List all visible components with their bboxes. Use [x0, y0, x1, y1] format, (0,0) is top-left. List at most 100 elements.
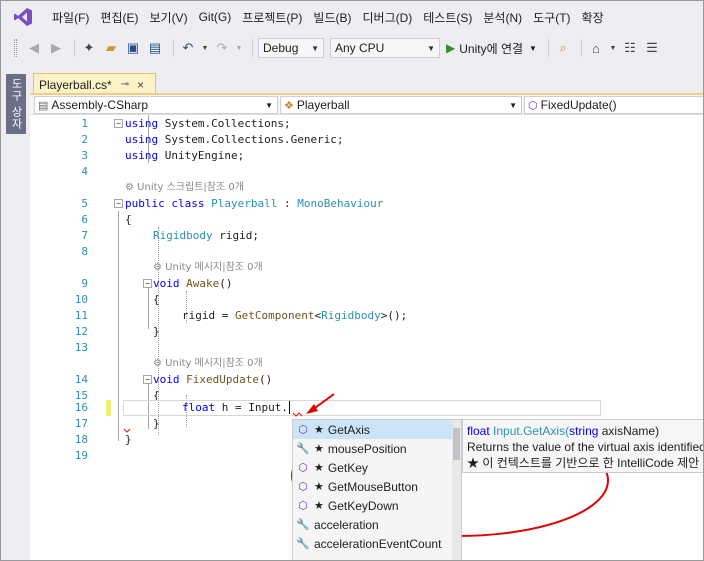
code-line: 4 — [30, 164, 704, 180]
keyword: class — [164, 197, 212, 210]
brace: } — [153, 325, 160, 338]
punctuation: >(); — [380, 309, 408, 322]
collapse-icon[interactable]: − — [143, 375, 152, 384]
pin-icon[interactable]: ⊸ — [121, 79, 129, 90]
codelens-text[interactable]: Unity 메시지|참조 0개 — [165, 358, 263, 369]
keyword: public — [125, 197, 165, 210]
property-icon: 🔧 — [296, 519, 310, 531]
intellisense-completion-list[interactable]: ⬡ ★ GetAxis 🔧 ★ mousePosition ⬡ ★ GetKey… — [292, 419, 462, 561]
type-name: Rigidbody — [153, 229, 213, 242]
toolbar-grip[interactable] — [14, 39, 17, 57]
method-icon: ⬡ — [298, 424, 308, 436]
find-icon[interactable]: ⌕ — [554, 39, 572, 57]
line-number: 13 — [74, 341, 88, 354]
comment-icon[interactable]: ☷ — [621, 39, 639, 57]
menu-edit[interactable]: 편집(E) — [100, 9, 149, 26]
completion-item[interactable]: 🔧 acceleration — [293, 515, 461, 534]
menu-build[interactable]: 빌드(B) — [313, 9, 362, 26]
type-name: Rigidbody — [321, 309, 381, 322]
open-folder-icon[interactable]: ▰ — [102, 39, 120, 57]
menu-project[interactable]: 프로젝트(P) — [242, 9, 313, 26]
keyword: using — [125, 133, 159, 146]
method-icon: ⬡ — [528, 99, 538, 112]
unity-icon: ⚙ — [153, 358, 162, 369]
chevron-down-icon[interactable]: ▼ — [235, 39, 243, 57]
navigation-bar: ▤ Assembly-CSharp ▼ ❖ Playerball ▼ ⬡ Fix… — [30, 95, 704, 115]
completion-label: GetKey — [327, 460, 368, 475]
menu-file[interactable]: 파일(F) — [52, 9, 100, 26]
project-select[interactable]: ▤ Assembly-CSharp ▼ — [34, 96, 278, 114]
standard-toolbar: ◀ ▶ ✦ ▰ ▣ ▤ ↶ ▼ ↷ ▼ Debug ▼ Any CPU ▼ ▶ … — [0, 34, 704, 62]
line-number: 19 — [74, 449, 88, 462]
home-icon[interactable]: ⌂ — [587, 39, 605, 57]
completion-item[interactable]: ⬡ ★ GetKeyDown — [293, 496, 461, 515]
code-line: 9 − void Awake() — [30, 276, 704, 292]
new-project-icon[interactable]: ✦ — [80, 39, 98, 57]
chevron-down-icon[interactable]: ▼ — [529, 44, 537, 53]
codelens-text[interactable]: Unity 스크립트|참조 0개 — [137, 182, 244, 193]
class-select[interactable]: ❖ Playerball ▼ — [280, 96, 522, 114]
line-number: 17 — [74, 417, 88, 430]
menu-test[interactable]: 테스트(S) — [423, 9, 483, 26]
class-icon: ❖ — [284, 99, 294, 112]
error-squiggle — [123, 428, 131, 433]
save-icon[interactable]: ▣ — [124, 39, 142, 57]
chevron-down-icon[interactable]: ▼ — [609, 39, 617, 57]
line-number: 4 — [81, 165, 88, 178]
visual-studio-logo-icon[interactable] — [12, 6, 34, 28]
tab-playerball[interactable]: Playerball.cs* ⊸ × — [33, 73, 156, 95]
line-number: 8 — [81, 245, 88, 258]
redo-icon[interactable]: ↷ — [213, 39, 231, 57]
forward-icon[interactable]: ▶ — [47, 39, 65, 57]
brace: { — [125, 213, 132, 226]
completion-label: mousePosition — [327, 441, 407, 456]
menu-analyze[interactable]: 분석(N) — [483, 9, 533, 26]
chevron-down-icon[interactable]: ▼ — [201, 39, 209, 57]
member-select[interactable]: ⬡ FixedUpdate() — [524, 96, 704, 114]
chevron-down-icon: ▼ — [427, 43, 435, 53]
collapse-icon[interactable]: − — [143, 279, 152, 288]
menu-view[interactable]: 보기(V) — [149, 9, 198, 26]
method-icon: ⬡ — [298, 481, 308, 493]
csharp-project-icon: ▤ — [38, 99, 49, 112]
attach-unity-button[interactable]: ▶ Unity에 연결 ▼ — [446, 40, 537, 57]
collapse-icon[interactable]: − — [114, 199, 123, 208]
completion-scrollbar[interactable] — [452, 420, 461, 560]
toolbox-tab[interactable]: 도구 상자 — [6, 74, 26, 134]
solution-configuration-select[interactable]: Debug ▼ — [258, 38, 324, 58]
code-line: 11 rigid = GetComponent<Rigidbody>(); — [30, 308, 704, 324]
completion-item[interactable]: ⬡ ★ GetMouseButton — [293, 477, 461, 496]
line-number: 5 — [81, 197, 88, 210]
punctuation: : — [277, 197, 298, 210]
keyword: void — [153, 277, 180, 290]
type-name: Playerball — [211, 197, 278, 210]
method-name: Awake — [179, 277, 220, 290]
menu-debug[interactable]: 디버그(D) — [362, 9, 423, 26]
code-line: 14 − void FixedUpdate() — [30, 372, 704, 388]
line-number: 7 — [81, 229, 88, 242]
toolbar-separator — [547, 39, 549, 57]
keyword: using — [125, 149, 159, 162]
line-number: 2 — [81, 133, 88, 146]
unity-icon: ⚙ — [153, 262, 162, 273]
save-all-icon[interactable]: ▤ — [146, 39, 164, 57]
menu-bar: 파일(F) 편집(E) 보기(V) Git(G) 프로젝트(P) 빌드(B) 디… — [0, 0, 704, 34]
menu-extensions[interactable]: 확장 — [582, 9, 615, 26]
line-number: 9 — [81, 277, 88, 290]
close-icon[interactable]: × — [137, 78, 144, 92]
completion-item[interactable]: ⬡ ★ GetAxis — [293, 420, 461, 439]
codelens-text[interactable]: Unity 메시지|참조 0개 — [165, 262, 263, 273]
scrollbar-thumb[interactable] — [453, 428, 460, 460]
menu-tools[interactable]: 도구(T) — [533, 9, 581, 26]
brace: } — [153, 417, 160, 430]
menu-git[interactable]: Git(G) — [199, 10, 243, 24]
uncomment-icon[interactable]: ☰ — [643, 39, 661, 57]
completion-item[interactable]: ⬡ ★ GetKey — [293, 458, 461, 477]
back-icon[interactable]: ◀ — [25, 39, 43, 57]
undo-icon[interactable]: ↶ — [179, 39, 197, 57]
keyword: string — [569, 424, 599, 438]
solution-platform-select[interactable]: Any CPU ▼ — [330, 38, 440, 58]
collapse-icon[interactable]: − — [114, 119, 123, 128]
completion-item[interactable]: 🔧 accelerationEventCount — [293, 534, 461, 553]
completion-item[interactable]: 🔧 ★ mousePosition — [293, 439, 461, 458]
